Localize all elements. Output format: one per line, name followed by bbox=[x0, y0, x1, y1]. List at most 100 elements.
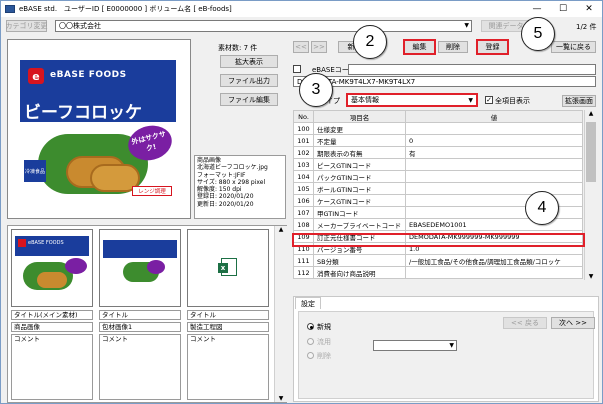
table-header-row: No. 項目名 値 bbox=[293, 110, 583, 123]
brand-logo-icon: e bbox=[28, 68, 44, 84]
thumbnail-1[interactable]: eBASE FOODS bbox=[11, 229, 93, 307]
table-row[interactable]: 101 不定量 0 bbox=[293, 134, 583, 147]
file-edit-button[interactable]: ファイル編集 bbox=[220, 93, 278, 106]
cell-value[interactable] bbox=[405, 182, 583, 195]
cell-value[interactable] bbox=[405, 170, 583, 183]
file-output-button[interactable]: ファイル出力 bbox=[220, 74, 278, 87]
ebase-code-field[interactable] bbox=[348, 64, 596, 75]
thumb-header bbox=[15, 236, 89, 256]
cell-value[interactable] bbox=[405, 122, 583, 135]
cell-value[interactable]: 0 bbox=[405, 134, 583, 147]
cell-no: 105 bbox=[293, 182, 314, 195]
file-info-line: 更新日: 2020/01/20 bbox=[197, 200, 254, 208]
chevron-down-icon: ▼ bbox=[468, 97, 473, 104]
ebase-code-checkbox[interactable] bbox=[293, 65, 301, 73]
radio-delete[interactable] bbox=[307, 352, 314, 359]
cell-value[interactable]: /一般加工食品/その他食品/調理加工食品類/コロッケ bbox=[405, 254, 583, 267]
cell-value[interactable]: 有 bbox=[405, 146, 583, 159]
thumb-2-title: タイトル bbox=[99, 310, 181, 320]
column-header-item: 項目名 bbox=[313, 110, 406, 123]
callout-5: 5 bbox=[521, 17, 555, 51]
thumbnail-scrollbar[interactable]: ▲ ▼ bbox=[274, 226, 287, 402]
cell-no: 106 bbox=[293, 194, 314, 207]
close-button[interactable]: ✕ bbox=[576, 1, 602, 17]
tab-settings[interactable]: 設定 bbox=[295, 297, 321, 309]
cell-value[interactable] bbox=[405, 266, 583, 279]
ebase-code-value-field[interactable]: DEMODATA-MK9T4LX7-MK9T4LX7 bbox=[293, 76, 596, 87]
thumb-1-title: タイトル(メイン素材) bbox=[11, 310, 93, 320]
main-image-frame[interactable]: e eBASE FOODS ビーフコロッケ 外はサクサク! 冷凍食品 レンジ調理 bbox=[7, 39, 191, 219]
register-button[interactable]: 登録 bbox=[476, 39, 509, 55]
type-select[interactable]: 基本情報 ▼ bbox=[346, 93, 478, 107]
edit-button[interactable]: 編集 bbox=[403, 39, 436, 55]
cell-name: ピースGTINコード bbox=[313, 158, 406, 171]
thumb-3-comment[interactable]: コメント bbox=[187, 334, 269, 400]
scroll-down-icon[interactable]: ▼ bbox=[585, 273, 597, 280]
cell-name: メーカープライベートコード bbox=[313, 218, 406, 231]
table-row[interactable]: 100 仕様変更 bbox=[293, 122, 583, 135]
nav-next-button[interactable]: >> bbox=[311, 41, 327, 53]
radio-copy-label: 流用 bbox=[317, 338, 331, 346]
cell-name: 期限表示の有無 bbox=[313, 146, 406, 159]
product-package-image: e eBASE FOODS ビーフコロッケ 外はサクサク! 冷凍食品 レンジ調理 bbox=[20, 60, 176, 210]
show-all-label: 全項目表示 bbox=[495, 97, 530, 105]
prev-step-button[interactable]: << 戻る bbox=[503, 317, 547, 329]
chevron-down-icon: ▼ bbox=[449, 342, 454, 349]
thumbnail-3[interactable]: x bbox=[187, 229, 269, 307]
maximize-button[interactable]: ☐ bbox=[550, 1, 576, 17]
thumb-3-title: タイトル bbox=[187, 310, 269, 320]
nav-prev-button[interactable]: << bbox=[293, 41, 309, 53]
copy-source-select[interactable]: ▼ bbox=[373, 340, 457, 351]
cell-value[interactable]: EBASEDEMO1001 bbox=[405, 218, 583, 231]
chevron-down-icon: ▼ bbox=[464, 22, 469, 29]
table-row[interactable]: 103 ピースGTINコード bbox=[293, 158, 583, 171]
title-bar: eBASE std. ユーザーID [ E0000000 ] ボリューム名 [ … bbox=[1, 1, 602, 17]
category-change-button[interactable]: カテゴリ変更 bbox=[6, 20, 48, 32]
table-scrollbar[interactable]: ▲ ▼ bbox=[584, 110, 597, 280]
thumb-2-comment[interactable]: コメント bbox=[99, 334, 181, 400]
app-window: eBASE std. ユーザーID [ E0000000 ] ボリューム名 [ … bbox=[0, 0, 603, 404]
table-row[interactable]: 102 期限表示の有無有 bbox=[293, 146, 583, 159]
callout-2: 2 bbox=[353, 25, 387, 59]
scroll-down-icon[interactable]: ▼ bbox=[275, 395, 287, 402]
thumb-pkg-band bbox=[103, 246, 177, 258]
radio-copy[interactable] bbox=[307, 338, 314, 345]
thumb-1-name[interactable]: 商品画像 bbox=[11, 322, 93, 332]
minimize-button[interactable]: — bbox=[524, 1, 550, 17]
cell-no: 104 bbox=[293, 170, 314, 183]
cell-name: ボールGTINコード bbox=[313, 182, 406, 195]
cell-no: 103 bbox=[293, 158, 314, 171]
cell-value[interactable] bbox=[405, 158, 583, 171]
brand-name: eBASE FOODS bbox=[50, 70, 127, 80]
back-to-list-button[interactable]: 一覧に戻る bbox=[551, 41, 596, 53]
show-all-checkbox[interactable]: ✓ bbox=[485, 96, 493, 104]
scroll-up-icon[interactable]: ▲ bbox=[585, 110, 597, 117]
thumb-badge bbox=[65, 258, 87, 274]
table-row[interactable]: 104 パックGTINコード bbox=[293, 170, 583, 183]
delete-button[interactable]: 削除 bbox=[438, 41, 468, 53]
enlarge-button[interactable]: 拡大表示 bbox=[220, 55, 278, 68]
expand-screen-button[interactable]: 拡張画面 bbox=[562, 95, 596, 107]
radio-new[interactable] bbox=[307, 323, 314, 330]
thumb-croquette bbox=[37, 272, 67, 288]
callout-4: 4 bbox=[525, 191, 559, 225]
scroll-up-icon[interactable]: ▲ bbox=[275, 226, 287, 233]
thumb-1-comment[interactable]: コメント bbox=[11, 334, 93, 400]
record-count: 1/2 件 bbox=[576, 23, 597, 31]
brand-logo-icon bbox=[18, 239, 26, 247]
material-count: 素材数: 7 件 bbox=[218, 44, 258, 52]
product-name: ビーフコロッケ bbox=[24, 103, 142, 123]
table-row[interactable]: 111 SB分類/一般加工食品/その他食品/調理加工食品類/コロッケ bbox=[293, 254, 583, 267]
thumb-3-name[interactable]: 製造工程図 bbox=[187, 322, 269, 332]
thumb-2-name[interactable]: 包材画像1 bbox=[99, 322, 181, 332]
cell-no: 107 bbox=[293, 206, 314, 219]
thumb-pkg-badge bbox=[147, 260, 165, 274]
frozen-label: 冷凍食品 bbox=[24, 160, 46, 182]
cell-name: 不定量 bbox=[313, 134, 406, 147]
settings-inner bbox=[298, 311, 594, 399]
table-row[interactable]: 112 消費者向け商品説明 bbox=[293, 266, 583, 279]
scroll-thumb[interactable] bbox=[586, 122, 596, 182]
next-step-button[interactable]: 次へ >> bbox=[551, 317, 595, 329]
thumbnail-2[interactable] bbox=[99, 229, 181, 307]
company-select[interactable]: 〇〇株式会社 ▼ bbox=[55, 20, 472, 32]
